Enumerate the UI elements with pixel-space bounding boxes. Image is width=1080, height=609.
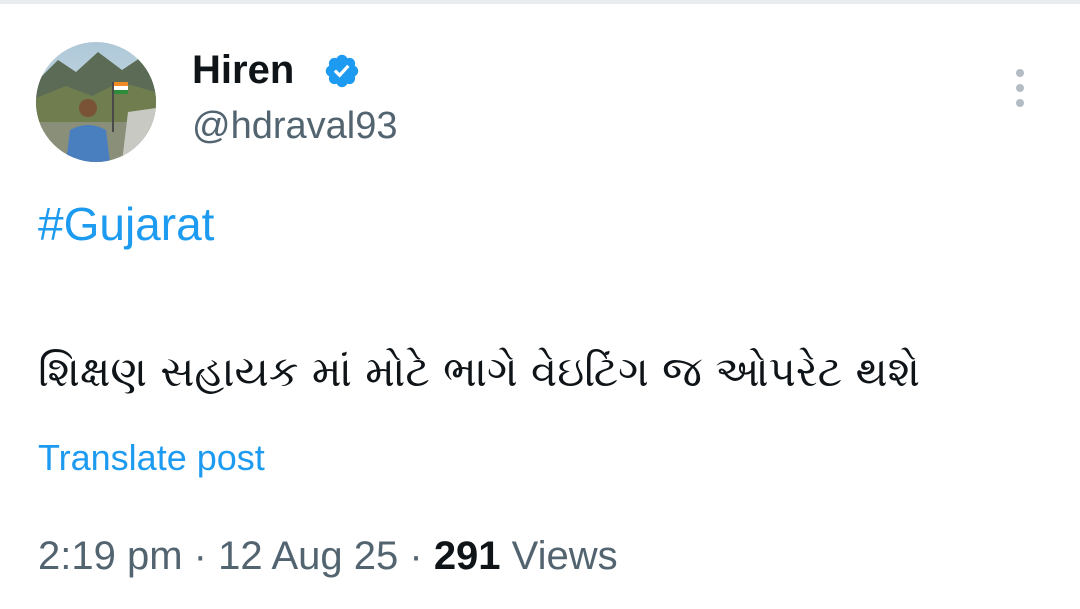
hashtag-link[interactable]: #Gujarat: [38, 196, 214, 252]
post-metadata: 2:19 pm · 12 Aug 25 · 291 Views: [38, 532, 618, 580]
vertical-dots-icon[interactable]: [1004, 66, 1036, 112]
verified-badge-icon: [325, 54, 359, 88]
tweet-card: Hiren @hdraval93 #Gujarat શિક્ષણ સહાયક મ…: [0, 0, 1080, 609]
views-label: Views: [500, 534, 618, 578]
views-count: 291: [433, 534, 501, 578]
top-divider: [0, 0, 1080, 4]
post-time[interactable]: 2:19 pm: [38, 534, 183, 578]
author-handle[interactable]: @hdraval93: [192, 103, 397, 149]
author-avatar[interactable]: [36, 42, 156, 162]
post-date[interactable]: 12 Aug 25: [218, 534, 398, 578]
profile-photo: [36, 42, 156, 162]
translate-post-link[interactable]: Translate post: [38, 436, 265, 480]
meta-separator: ·: [182, 534, 219, 578]
meta-separator: ·: [398, 534, 434, 578]
post-text: શિક્ષણ સહાયક માં મોટે ભાગે વેઇટિંગ જ ઓપર…: [38, 347, 921, 396]
author-display-name[interactable]: Hiren: [192, 46, 294, 94]
